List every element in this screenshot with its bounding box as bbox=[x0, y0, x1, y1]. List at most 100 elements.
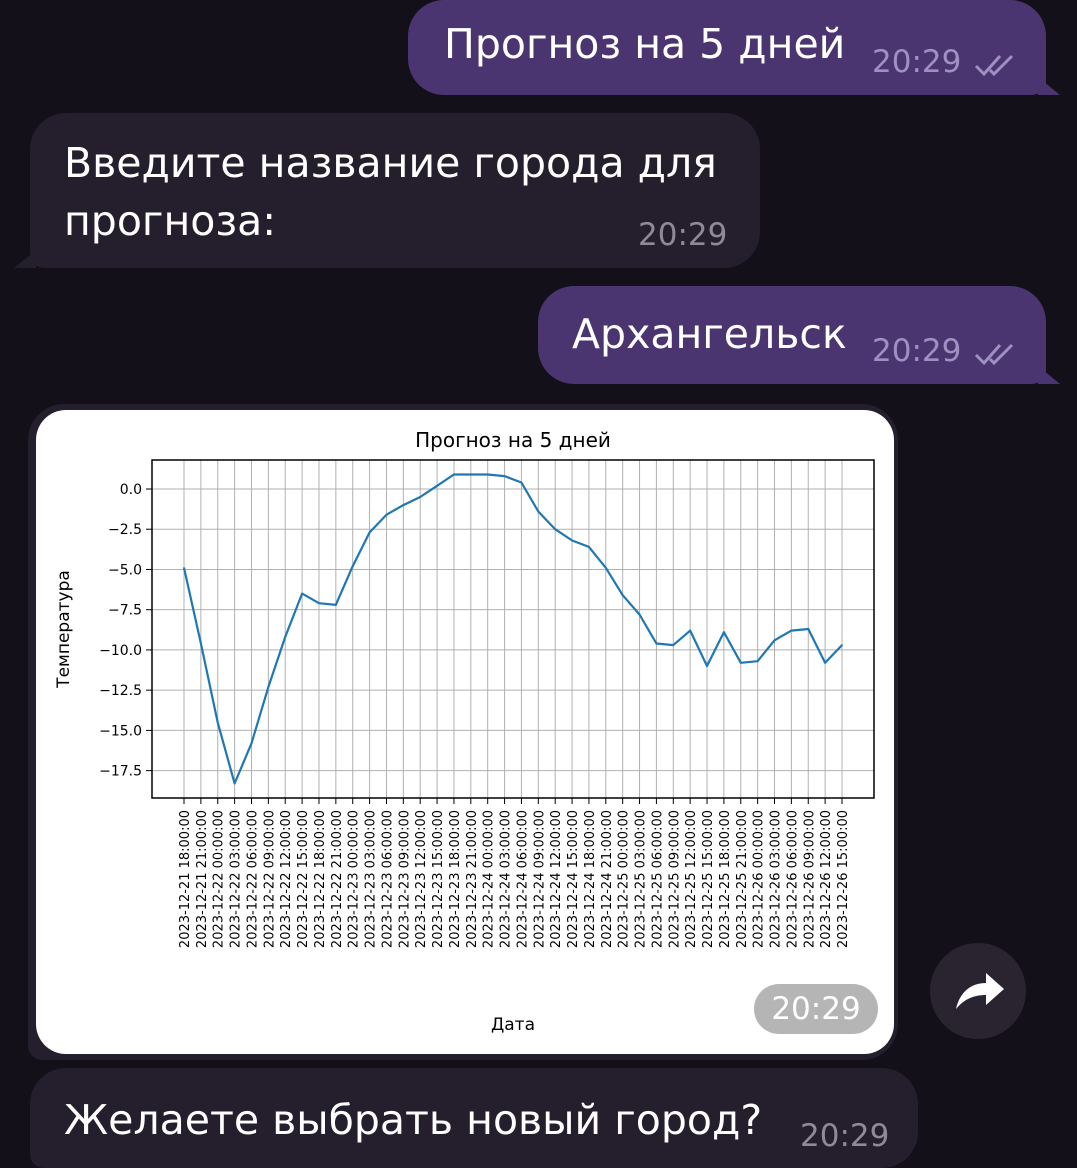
data-point bbox=[554, 528, 556, 531]
data-point bbox=[486, 473, 489, 476]
y-tick-label: −2.5 bbox=[108, 522, 142, 538]
x-tick-label: 2023-12-25 12:00:00 bbox=[684, 810, 699, 948]
share-button[interactable] bbox=[930, 943, 1026, 1039]
message-text-line-2: прогноза: bbox=[64, 197, 277, 245]
x-tick-label: 2023-12-23 15:00:00 bbox=[431, 810, 446, 948]
x-tick-label: 2023-12-22 03:00:00 bbox=[229, 810, 244, 948]
x-tick-label: 2023-12-23 21:00:00 bbox=[465, 810, 480, 948]
x-tick-label: 2023-12-22 00:00:00 bbox=[212, 810, 227, 948]
x-tick-label: 2023-12-25 06:00:00 bbox=[650, 810, 665, 948]
data-point bbox=[756, 660, 759, 662]
y-axis-label: Температура bbox=[54, 570, 74, 689]
incoming-message-bubble[interactable]: Желаете выбрать новый город? 20:29 bbox=[30, 1068, 918, 1168]
x-tick-label: 2023-12-23 12:00:00 bbox=[414, 810, 429, 948]
data-point bbox=[267, 686, 270, 688]
data-point bbox=[723, 631, 725, 634]
x-tick-label: 2023-12-24 12:00:00 bbox=[549, 810, 564, 948]
message-text: Прогноз на 5 дней bbox=[444, 20, 846, 68]
x-tick-label: 2023-12-25 09:00:00 bbox=[667, 810, 682, 948]
data-point bbox=[706, 665, 708, 667]
x-tick-label: 2023-12-25 03:00:00 bbox=[634, 810, 649, 948]
double-check-icon bbox=[974, 343, 1014, 366]
x-tick-label: 2023-12-24 18:00:00 bbox=[583, 810, 598, 948]
data-point bbox=[520, 481, 523, 484]
data-point bbox=[739, 662, 742, 664]
message-time: 20:29 bbox=[872, 44, 962, 80]
x-tick-label: 2023-12-21 18:00:00 bbox=[178, 810, 193, 948]
plot-frame bbox=[151, 459, 875, 799]
temperature-chart: 0.0 −2.5 −5.0 −7.5 −10.0 −12.5 −15.0 −17.5 2023… bbox=[54, 428, 875, 1035]
x-tick-label: 2023-12-23 18:00:00 bbox=[448, 810, 463, 948]
y-tick-label: −17.5 bbox=[99, 764, 142, 780]
message-time: 20:29 bbox=[638, 217, 728, 253]
x-tick-label: 2023-12-26 00:00:00 bbox=[752, 810, 767, 948]
bubble-tail bbox=[1038, 366, 1060, 384]
y-tick-label: 0.0 bbox=[120, 482, 142, 498]
data-point bbox=[470, 473, 472, 476]
data-point bbox=[183, 567, 185, 569]
chart-image[interactable]: 0.0 −2.5 −5.0 −7.5 −10.0 −12.5 −15.0 −17.5 2023… bbox=[36, 410, 894, 1054]
message-text: Архангельск bbox=[572, 310, 847, 358]
message-text-line-1: Введите название города для bbox=[64, 139, 717, 187]
data-point bbox=[284, 636, 287, 638]
y-tick-label: −15.0 bbox=[99, 723, 142, 739]
x-tick-label: 2023-12-22 06:00:00 bbox=[245, 810, 260, 948]
data-point bbox=[318, 602, 320, 605]
data-point bbox=[807, 628, 810, 630]
data-point bbox=[335, 604, 337, 606]
data-point bbox=[689, 629, 691, 632]
x-tick-label: 2023-12-26 03:00:00 bbox=[769, 810, 784, 948]
outgoing-message-bubble[interactable]: Прогноз на 5 дней 20:29 bbox=[408, 0, 1046, 95]
x-tick-label: 2023-12-22 21:00:00 bbox=[330, 810, 345, 948]
data-point bbox=[537, 510, 540, 513]
data-point bbox=[841, 644, 843, 646]
data-point bbox=[351, 565, 354, 568]
data-point bbox=[588, 546, 590, 548]
x-tick-label: 2023-12-22 09:00:00 bbox=[262, 810, 277, 948]
data-point bbox=[571, 539, 573, 542]
incoming-message-bubble[interactable]: Введите название города для прогноза: 20… bbox=[30, 113, 760, 268]
x-tick-label: 2023-12-23 09:00:00 bbox=[397, 810, 412, 948]
data-point bbox=[621, 594, 624, 596]
x-tick-label: 2023-12-26 06:00:00 bbox=[785, 810, 800, 948]
x-tick-label: 2023-12-24 21:00:00 bbox=[600, 810, 615, 948]
x-tick-label: 2023-12-23 06:00:00 bbox=[380, 810, 395, 948]
x-tick-label: 2023-12-26 09:00:00 bbox=[802, 810, 817, 948]
x-tick-label: 2023-12-25 21:00:00 bbox=[735, 810, 750, 948]
x-tick-label: 2023-12-22 18:00:00 bbox=[313, 810, 328, 948]
data-point bbox=[436, 484, 438, 487]
data-point bbox=[655, 642, 658, 645]
y-tick-label: −12.5 bbox=[99, 683, 142, 699]
temperature-series-line bbox=[182, 473, 843, 785]
data-point bbox=[301, 592, 303, 595]
double-check-icon bbox=[974, 54, 1014, 77]
outgoing-message-bubble[interactable]: Архангельск 20:29 bbox=[538, 286, 1046, 384]
x-tick-label: 2023-12-24 09:00:00 bbox=[532, 810, 547, 948]
message-text: Желаете выбрать новый город? bbox=[64, 1096, 763, 1144]
data-point bbox=[200, 642, 202, 645]
data-point bbox=[419, 496, 422, 498]
message-time: 20:29 bbox=[872, 333, 962, 369]
x-tick-label: 2023-12-25 18:00:00 bbox=[718, 810, 733, 948]
share-arrow-icon bbox=[956, 973, 1004, 1009]
x-tick-label: 2023-12-24 03:00:00 bbox=[499, 810, 514, 948]
x-tick-label: 2023-12-22 15:00:00 bbox=[296, 810, 311, 948]
bubble-tail bbox=[1038, 77, 1060, 95]
x-tick-label: 2023-12-24 00:00:00 bbox=[482, 810, 497, 948]
x-tick-label: 2023-12-23 00:00:00 bbox=[347, 810, 362, 948]
data-point bbox=[402, 504, 405, 506]
bubble-tail bbox=[14, 250, 36, 268]
y-tick-label: −7.5 bbox=[108, 603, 142, 619]
data-point bbox=[672, 644, 675, 646]
data-point bbox=[233, 782, 236, 785]
photo-time-badge: 20:29 bbox=[754, 984, 878, 1034]
x-tick-label: 2023-12-26 15:00:00 bbox=[836, 810, 851, 948]
data-point bbox=[790, 629, 793, 632]
x-tick-label: 2023-12-22 12:00:00 bbox=[279, 810, 294, 948]
x-tick-label: 2023-12-24 15:00:00 bbox=[566, 810, 581, 948]
x-tick-label: 2023-12-23 03:00:00 bbox=[364, 810, 379, 948]
x-tick-label: 2023-12-24 06:00:00 bbox=[515, 810, 530, 948]
data-point bbox=[773, 639, 776, 642]
x-tick-label: 2023-12-25 00:00:00 bbox=[617, 810, 632, 948]
data-point bbox=[216, 721, 219, 724]
